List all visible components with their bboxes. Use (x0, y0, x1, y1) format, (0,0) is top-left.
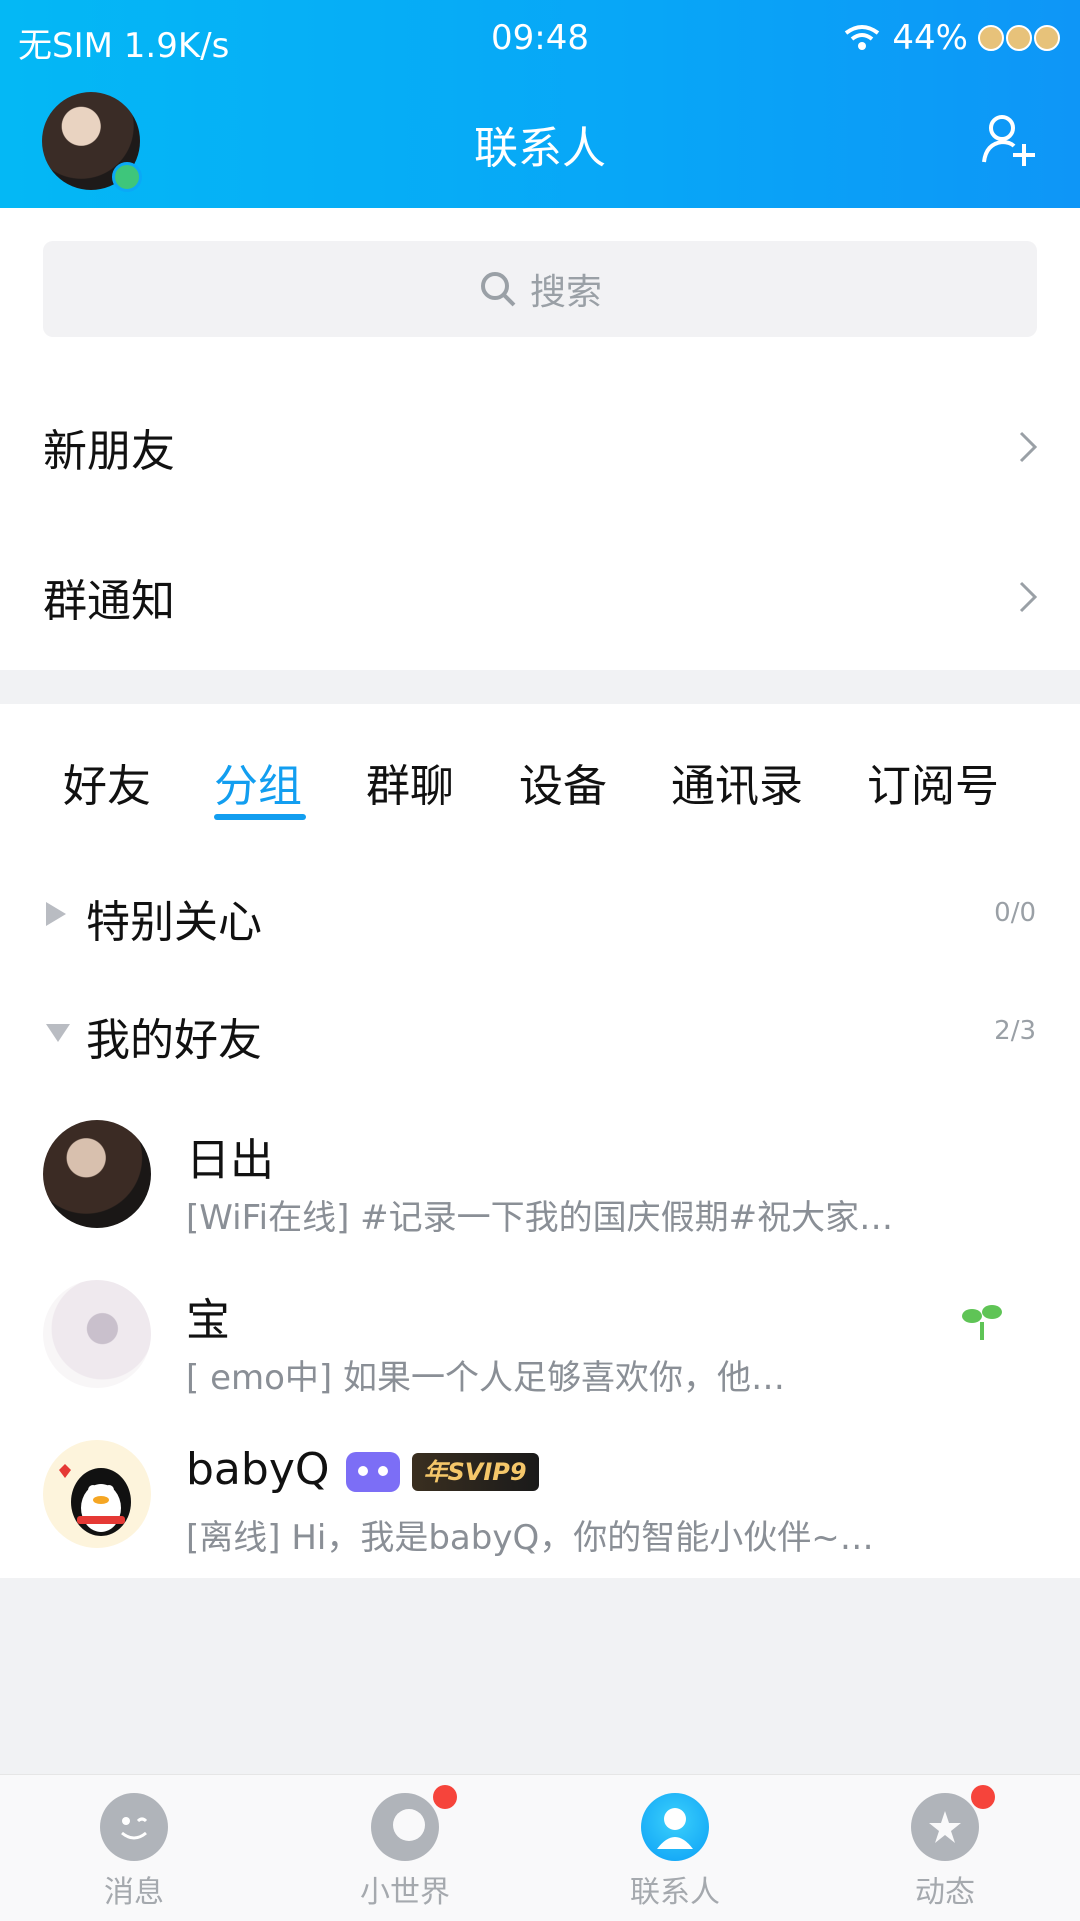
tab-subscriptions[interactable]: 订阅号 (867, 750, 999, 814)
tab-friends[interactable]: 好友 (63, 750, 151, 814)
notification-dot (433, 1785, 457, 1809)
group-notice-label: 群通知 (43, 576, 175, 627)
contacts-icon (641, 1793, 709, 1861)
tab-groups[interactable]: 分组 (214, 750, 302, 814)
group-name: 我的好友 (86, 1015, 262, 1066)
friend-avatar (43, 1120, 151, 1228)
feed-planet-icon (911, 1793, 979, 1861)
friend-name: babyQ (186, 1444, 330, 1495)
small-world-icon (371, 1793, 439, 1861)
sprout-icon (962, 1305, 1002, 1340)
friend-name-row: babyQ 年SVIP9 (186, 1444, 539, 1495)
friend-name: 日出 (186, 1135, 274, 1186)
collapsed-triangle-icon (46, 902, 66, 926)
friend-avatar (43, 1280, 151, 1388)
search-placeholder: 搜索 (529, 272, 602, 313)
nav-feed[interactable]: 动态 (845, 1775, 1045, 1921)
status-bar: 无SIM 1.9K/s 09:48 44% (0, 18, 1080, 66)
nav-label: 联系人 (630, 1875, 720, 1910)
new-friends-row[interactable]: 新朋友 (0, 372, 1080, 522)
new-friends-label: 新朋友 (43, 426, 175, 477)
search-bar[interactable]: 搜索 (43, 241, 1037, 337)
group-count: 0/0 (994, 898, 1036, 928)
penguin-icon (59, 1464, 131, 1536)
friend-avatar (43, 1440, 151, 1548)
expanded-triangle-icon (46, 1024, 70, 1042)
notification-dot (971, 1785, 995, 1809)
friend-status: [ emo中] 如果一个人足够喜欢你，他… (186, 1358, 785, 1398)
group-count: 2/3 (994, 1016, 1036, 1046)
active-tab-indicator (214, 814, 306, 820)
message-icon (100, 1793, 168, 1861)
search-icon (480, 272, 516, 307)
status-right: 44% (842, 18, 1060, 58)
nav-label: 消息 (104, 1875, 164, 1910)
group-name: 特别关心 (86, 897, 262, 948)
battery-level: 44% (892, 18, 968, 58)
bottom-navigation: 消息 小世界 联系人 动态 (0, 1774, 1080, 1921)
add-friend-icon[interactable] (978, 110, 1038, 170)
nav-contacts[interactable]: 联系人 (575, 1775, 775, 1921)
group-my-friends[interactable]: 我的好友 2/3 (0, 986, 1080, 1076)
nav-small-world[interactable]: 小世界 (305, 1775, 505, 1921)
chevron-right-icon (1019, 581, 1038, 613)
contacts-tabs: 好友 分组 群聊 设备 通讯录 订阅号 (0, 700, 1080, 820)
chevron-right-icon (1019, 431, 1038, 463)
nav-messages[interactable]: 消息 (34, 1775, 234, 1921)
nav-label: 小世界 (360, 1875, 450, 1910)
wifi-icon (845, 25, 880, 50)
tab-address-book[interactable]: 通讯录 (671, 750, 803, 814)
battery-icon (978, 25, 1060, 51)
friend-name: 宝 (186, 1295, 230, 1346)
nav-label: 动态 (915, 1875, 975, 1910)
friend-item-richu[interactable]: 日出 [WiFi在线] #记录一下我的国庆假期#祝大家… (0, 1100, 1080, 1260)
friend-item-bao[interactable]: 宝 [ emo中] 如果一个人足够喜欢你，他… (0, 1260, 1080, 1420)
friend-status: [离线] Hi，我是babyQ，你的智能小伙伴~… (186, 1518, 874, 1558)
app-header: 无SIM 1.9K/s 09:48 44% 联系人 (0, 0, 1080, 208)
tab-devices[interactable]: 设备 (519, 750, 607, 814)
tab-group-chats[interactable]: 群聊 (366, 750, 454, 814)
page-title: 联系人 (474, 123, 606, 174)
friend-item-babyq[interactable]: babyQ 年SVIP9 [离线] Hi，我是babyQ，你的智能小伙伴~… (0, 1420, 1080, 1580)
friend-status: [WiFi在线] #记录一下我的国庆假期#祝大家… (186, 1198, 894, 1238)
svip-badge: 年SVIP9 (411, 1453, 539, 1491)
group-notice-row[interactable]: 群通知 (0, 522, 1080, 672)
group-special-care[interactable]: 特别关心 0/0 (0, 868, 1080, 958)
robot-badge-icon (345, 1452, 400, 1492)
